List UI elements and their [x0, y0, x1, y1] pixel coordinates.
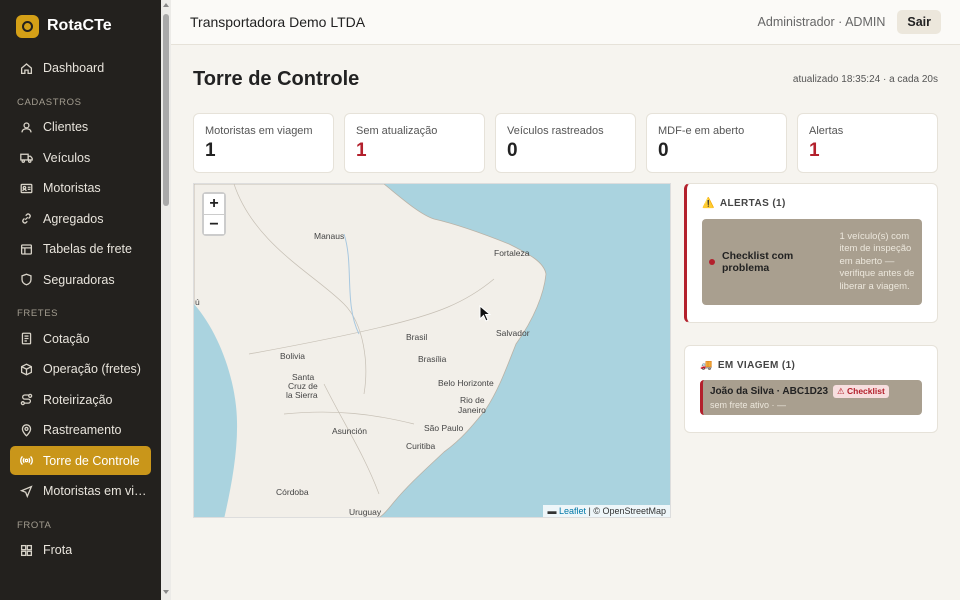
- radio-tower-icon: [20, 455, 33, 466]
- sidebar: RotaCTe Dashboard CADASTROS Clientes Veí…: [0, 0, 161, 600]
- sidebar-item-veiculos[interactable]: Veículos: [10, 143, 151, 172]
- company-name: Transportadora Demo LTDA: [190, 14, 366, 30]
- map-label: Curitiba: [406, 441, 436, 451]
- map-label: Brasil: [406, 332, 428, 342]
- map-label: Bolivia: [280, 351, 306, 361]
- current-user: Administrador · ADMIN: [757, 15, 886, 29]
- sidebar-item-agregados[interactable]: Agregados: [10, 204, 151, 233]
- stat-card-mdfe-em-aberto: MDF-e em aberto 0: [646, 113, 787, 173]
- stat-card-veiculos-rastreados: Veículos rastreados 0: [495, 113, 636, 173]
- warning-icon: ⚠️: [702, 198, 715, 209]
- sidebar-item-operacao-fretes[interactable]: Operação (fretes): [10, 355, 151, 384]
- alert-item[interactable]: Checklist com problema 1 veículo(s) com …: [702, 219, 922, 305]
- sidebar-item-motoristas-em-viagem[interactable]: Motoristas em viag...: [10, 477, 151, 506]
- sidebar-item-torre-de-controle[interactable]: Torre de Controle: [10, 446, 151, 475]
- map-label: Rio de: [460, 395, 485, 405]
- alerts-panel: ⚠️ ALERTAS (1) Checklist com problema 1 …: [684, 183, 938, 323]
- map-label: Brasília: [418, 354, 447, 364]
- map-attribution: ▬ Leaflet | © OpenStreetMap: [543, 505, 670, 517]
- route-icon: [20, 393, 33, 406]
- map-label: Manaus: [314, 231, 345, 241]
- leaflet-link[interactable]: Leaflet: [559, 506, 586, 516]
- sidebar-item-tabelas-de-frete[interactable]: Tabelas de frete: [10, 235, 151, 264]
- sidebar-item-frota[interactable]: Frota: [10, 536, 151, 565]
- map-label: Janeiro: [458, 405, 486, 415]
- trip-status: sem frete ativo · —: [710, 400, 787, 410]
- page-scrollbar[interactable]: [161, 0, 171, 600]
- map-label: Córdoba: [276, 487, 309, 497]
- checklist-badge: ⚠ Checklist: [833, 385, 889, 398]
- trips-panel: 🚚 EM VIAGEM (1) João da Silva · ABC1D23 …: [684, 345, 938, 433]
- id-card-icon: [20, 183, 33, 193]
- scroll-up-arrow-icon[interactable]: [163, 3, 169, 7]
- brand-name: RotaCTe: [47, 17, 112, 34]
- map-label: São Paulo: [424, 423, 464, 433]
- mouse-cursor-icon: [479, 305, 491, 322]
- ukraine-flag-icon: ▬: [547, 506, 557, 516]
- alert-dot-icon: [709, 259, 715, 265]
- last-updated: atualizado 18:35:24 · a cada 20s: [792, 73, 938, 85]
- stat-value: 0: [507, 140, 518, 161]
- home-icon: [20, 62, 33, 74]
- map-label: Uruguay: [349, 507, 382, 517]
- table-icon: [20, 243, 33, 255]
- link-icon: [22, 213, 31, 224]
- brand[interactable]: RotaCTe: [0, 0, 161, 52]
- sidebar-item-clientes[interactable]: Clientes: [10, 113, 151, 142]
- stat-value: 0: [658, 140, 669, 161]
- map-label: Belo Horizonte: [438, 378, 494, 388]
- stat-card-sem-atualizacao: Sem atualização 1: [344, 113, 485, 173]
- shield-icon: [21, 273, 32, 286]
- trips-title: EM VIAGEM (1): [717, 360, 796, 371]
- zoom-in-button[interactable]: +: [204, 194, 224, 214]
- sidebar-section-fretes: FRETES: [17, 308, 59, 319]
- trip-driver: João da Silva · ABC1D23: [710, 386, 829, 397]
- stat-value: 1: [809, 140, 820, 161]
- stat-value: 1: [205, 140, 216, 161]
- sidebar-section-frota: FROTA: [17, 519, 52, 531]
- stat-value: 1: [356, 140, 367, 161]
- topbar: Transportadora Demo LTDA Administrador ·…: [171, 0, 960, 45]
- box-icon: [20, 362, 33, 376]
- page-title: Torre de Controle: [193, 67, 360, 90]
- trip-item[interactable]: João da Silva · ABC1D23 ⚠ Checklist sem …: [700, 380, 922, 415]
- alert-description: 1 veículo(s) com item de inspeção em abe…: [839, 230, 915, 292]
- map-land-layer: [194, 184, 547, 517]
- sidebar-section-cadastros: CADASTROS: [17, 96, 82, 108]
- logout-button[interactable]: Sair: [897, 10, 941, 34]
- sidebar-item-rastreamento[interactable]: Rastreamento: [10, 416, 151, 445]
- user-icon: [21, 121, 32, 132]
- alerts-title: ALERTAS (1): [719, 198, 786, 209]
- map-label: Asunción: [332, 426, 367, 436]
- navigation-icon: [20, 484, 33, 498]
- map-label: Fortaleza: [494, 248, 530, 258]
- pin-icon: [21, 423, 32, 437]
- map-label: ú: [195, 297, 200, 307]
- zoom-out-button[interactable]: −: [204, 214, 224, 234]
- main-content: Torre de Controle atualizado 18:35:24 · …: [193, 45, 938, 518]
- stat-card-motoristas-em-viagem: Motoristas em viagem 1: [193, 113, 334, 173]
- map-label: la Sierra: [286, 390, 318, 400]
- document-icon: [21, 332, 32, 345]
- truck-icon: [20, 153, 33, 163]
- scroll-down-arrow-icon[interactable]: [163, 590, 169, 594]
- stat-card-alertas: Alertas 1: [797, 113, 938, 173]
- logo-icon: [16, 14, 39, 38]
- sidebar-item-dashboard[interactable]: Dashboard: [10, 54, 151, 83]
- map-label: Salvador: [496, 328, 530, 338]
- tracking-map[interactable]: + − Manaus Fortaleza Salvador Brasil Bra…: [193, 183, 671, 518]
- stats-row: Motoristas em viagem 1 Sem atualização 1…: [193, 113, 938, 173]
- sidebar-item-roteirizacao[interactable]: Roteirização: [10, 385, 151, 414]
- map-zoom-control: + −: [202, 192, 226, 236]
- grid-icon: [20, 544, 33, 556]
- sidebar-item-seguradoras[interactable]: Seguradoras: [10, 265, 151, 294]
- sidebar-item-cotacao[interactable]: Cotação: [10, 324, 151, 353]
- truck-icon: 🚚: [700, 360, 713, 371]
- scrollbar-thumb[interactable]: [163, 14, 169, 206]
- alert-name: Checklist com problema: [722, 250, 794, 274]
- sidebar-item-motoristas[interactable]: Motoristas: [10, 174, 151, 203]
